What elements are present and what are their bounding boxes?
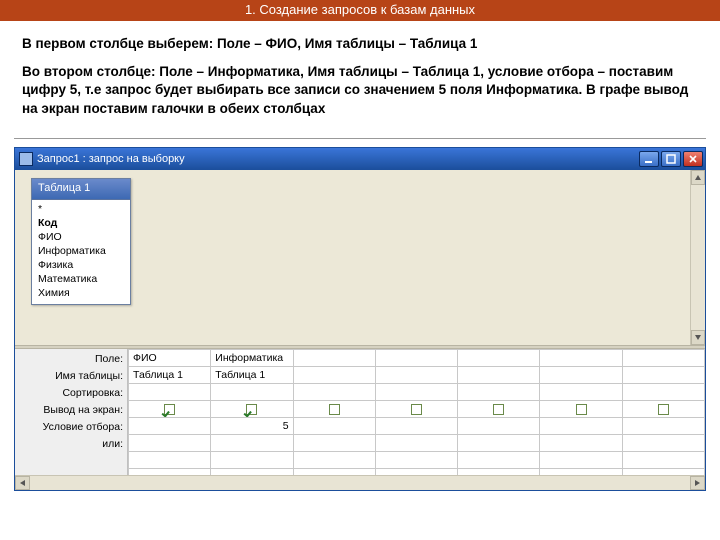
grid-cell[interactable]: 5	[211, 417, 293, 434]
grid-cell[interactable]: ФИО	[129, 349, 211, 366]
grid-cell[interactable]	[458, 451, 540, 468]
minimize-button[interactable]	[639, 151, 659, 167]
grid-cell[interactable]	[211, 400, 293, 417]
show-checkbox[interactable]	[658, 404, 669, 415]
field-item[interactable]: Физика	[32, 258, 130, 272]
show-checkbox[interactable]	[329, 404, 340, 415]
grid-cell[interactable]	[129, 383, 211, 400]
row-label: Поле:	[15, 351, 127, 368]
grid-cell[interactable]	[540, 451, 622, 468]
slide-title: 1. Создание запросов к базам данных	[0, 0, 720, 21]
show-checkbox[interactable]	[576, 404, 587, 415]
scroll-left-button[interactable]	[15, 476, 30, 490]
grid-cell[interactable]	[458, 366, 540, 383]
field-item[interactable]: ФИО	[32, 230, 130, 244]
field-list[interactable]: *КодФИОИнформатикаФизикаМатематикаХимия	[32, 200, 130, 304]
grid-cell[interactable]	[458, 400, 540, 417]
grid-cell[interactable]	[375, 366, 457, 383]
row-label: Имя таблицы:	[15, 368, 127, 385]
show-checkbox[interactable]	[493, 404, 504, 415]
grid-cell[interactable]	[622, 366, 704, 383]
row-label: Вывод на экран:	[15, 402, 127, 419]
grid-cell[interactable]	[622, 400, 704, 417]
separator	[14, 138, 706, 139]
grid-cell[interactable]	[293, 434, 375, 451]
grid-cell[interactable]	[458, 349, 540, 366]
field-item[interactable]: Химия	[32, 286, 130, 300]
grid-cell[interactable]	[622, 383, 704, 400]
grid-cell[interactable]	[622, 417, 704, 434]
table-pane[interactable]: Таблица 1 *КодФИОИнформатикаФизикаМатема…	[15, 170, 705, 345]
grid-cell[interactable]	[129, 417, 211, 434]
grid-cell[interactable]	[375, 451, 457, 468]
grid-cell[interactable]	[293, 451, 375, 468]
grid-cell[interactable]: Таблица 1	[129, 366, 211, 383]
access-window: Запрос1 : запрос на выборку Таблица 1 *К…	[14, 147, 706, 491]
grid-cell[interactable]	[458, 417, 540, 434]
instruction-line-2: Во втором столбце: Поле – Информатика, И…	[22, 63, 698, 118]
grid-cell[interactable]: Информатика	[211, 349, 293, 366]
grid-cell[interactable]	[458, 383, 540, 400]
field-item[interactable]: Математика	[32, 272, 130, 286]
table-header[interactable]: Таблица 1	[32, 179, 130, 200]
grid-cell[interactable]	[375, 349, 457, 366]
grid-cell[interactable]	[211, 451, 293, 468]
grid-cell[interactable]	[540, 349, 622, 366]
grid-cell[interactable]	[129, 451, 211, 468]
grid-cell[interactable]	[293, 400, 375, 417]
row-label: или:	[15, 436, 127, 453]
window-title: Запрос1 : запрос на выборку	[37, 153, 639, 165]
scroll-down-button[interactable]	[691, 330, 705, 345]
grid-cell[interactable]	[540, 400, 622, 417]
instruction-block: В первом столбце выберем: Поле – ФИО, Им…	[0, 21, 720, 136]
table-box[interactable]: Таблица 1 *КодФИОИнформатикаФизикаМатема…	[31, 178, 131, 305]
grid-cell[interactable]	[540, 434, 622, 451]
grid-cell[interactable]	[293, 366, 375, 383]
horizontal-scrollbar[interactable]	[15, 475, 705, 490]
grid-cell[interactable]	[540, 366, 622, 383]
row-labels: Поле:Имя таблицы:Сортировка:Вывод на экр…	[15, 349, 127, 475]
show-checkbox[interactable]	[246, 404, 257, 415]
row-label: Условие отбора:	[15, 419, 127, 436]
grid-cell[interactable]	[375, 417, 457, 434]
show-checkbox[interactable]	[411, 404, 422, 415]
row-label: Сортировка:	[15, 385, 127, 402]
grid-cell[interactable]	[540, 383, 622, 400]
grid-cell[interactable]	[375, 383, 457, 400]
field-item[interactable]: *	[32, 202, 130, 216]
grid-cell[interactable]: Таблица 1	[211, 366, 293, 383]
field-item[interactable]: Информатика	[32, 244, 130, 258]
grid-cell[interactable]	[622, 451, 704, 468]
maximize-button[interactable]	[661, 151, 681, 167]
titlebar[interactable]: Запрос1 : запрос на выборку	[15, 148, 705, 170]
design-grid[interactable]: ФИОИнформатикаТаблица 1Таблица 1 5	[127, 349, 705, 475]
grid-cell[interactable]	[293, 417, 375, 434]
grid-cell[interactable]	[622, 434, 704, 451]
grid-cell[interactable]	[129, 400, 211, 417]
instruction-line-1: В первом столбце выберем: Поле – ФИО, Им…	[22, 35, 698, 53]
scroll-right-button[interactable]	[690, 476, 705, 490]
grid-cell[interactable]	[458, 434, 540, 451]
close-button[interactable]	[683, 151, 703, 167]
design-grid-pane: Поле:Имя таблицы:Сортировка:Вывод на экр…	[15, 349, 705, 475]
grid-cell[interactable]	[293, 383, 375, 400]
scroll-track[interactable]	[691, 185, 705, 330]
grid-cell[interactable]	[540, 417, 622, 434]
grid-cell[interactable]	[211, 383, 293, 400]
show-checkbox[interactable]	[164, 404, 175, 415]
grid-cell[interactable]	[622, 349, 704, 366]
app-icon	[19, 152, 33, 166]
field-item[interactable]: Код	[32, 216, 130, 230]
scroll-track[interactable]	[30, 476, 690, 490]
grid-cell[interactable]	[211, 434, 293, 451]
scroll-up-button[interactable]	[691, 170, 705, 185]
grid-cell[interactable]	[293, 349, 375, 366]
grid-cell[interactable]	[375, 434, 457, 451]
grid-cell[interactable]	[129, 434, 211, 451]
grid-cell[interactable]	[375, 400, 457, 417]
vertical-scrollbar[interactable]	[690, 170, 705, 345]
